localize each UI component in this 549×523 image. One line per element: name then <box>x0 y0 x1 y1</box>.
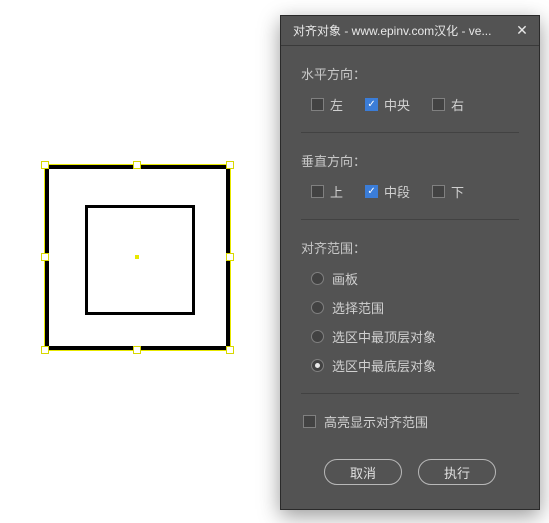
align-dialog: 对齐对象 - www.epinv.com汉化 - ve... ✕ 水平方向： 左… <box>280 15 540 510</box>
execute-button[interactable]: 执行 <box>418 459 496 485</box>
selection-handle[interactable] <box>41 346 49 354</box>
checkbox-icon <box>311 185 324 198</box>
radio-topmost[interactable]: 选区中最顶层对象 <box>311 327 519 346</box>
checkbox-highlight[interactable]: 高亮显示对齐范围 <box>303 412 519 431</box>
horizontal-label: 水平方向： <box>301 64 519 83</box>
selection-handle[interactable] <box>133 161 141 169</box>
selection-handle[interactable] <box>226 346 234 354</box>
checkbox-label: 右 <box>451 95 464 114</box>
checkbox-bottom[interactable]: 下 <box>432 182 464 201</box>
radio-selection[interactable]: 选择范围 <box>311 298 519 317</box>
checkbox-icon <box>432 185 445 198</box>
checkbox-icon <box>432 98 445 111</box>
radio-label: 选区中最底层对象 <box>332 356 436 375</box>
checkbox-label: 左 <box>330 95 343 114</box>
checkbox-label: 中央 <box>384 95 410 114</box>
selection-handle[interactable] <box>226 161 234 169</box>
checkbox-icon: ✓ <box>365 98 378 111</box>
radio-artboard[interactable]: 画板 <box>311 269 519 288</box>
close-icon[interactable]: ✕ <box>513 22 531 40</box>
checkbox-right[interactable]: 右 <box>432 95 464 114</box>
radio-icon <box>311 301 324 314</box>
checkbox-middle[interactable]: ✓ 中段 <box>365 182 410 201</box>
checkbox-label: 中段 <box>384 182 410 201</box>
checkbox-icon <box>311 98 324 111</box>
radio-label: 选择范围 <box>332 298 384 317</box>
radio-bottommost[interactable]: 选区中最底层对象 <box>311 356 519 375</box>
checkbox-icon: ✓ <box>365 185 378 198</box>
vertical-label: 垂直方向： <box>301 151 519 170</box>
radio-label: 选区中最顶层对象 <box>332 327 436 346</box>
checkbox-left[interactable]: 左 <box>311 95 343 114</box>
dialog-title: 对齐对象 - www.epinv.com汉化 - ve... <box>293 22 513 39</box>
radio-icon <box>311 330 324 343</box>
canvas-preview <box>25 145 250 370</box>
selection-handle[interactable] <box>41 253 49 261</box>
checkbox-label: 下 <box>451 182 464 201</box>
cancel-button[interactable]: 取消 <box>324 459 402 485</box>
radio-label: 画板 <box>332 269 358 288</box>
dialog-titlebar[interactable]: 对齐对象 - www.epinv.com汉化 - ve... ✕ <box>281 16 539 46</box>
radio-icon <box>311 359 324 372</box>
checkbox-label: 上 <box>330 182 343 201</box>
checkbox-icon <box>303 415 316 428</box>
checkbox-top[interactable]: 上 <box>311 182 343 201</box>
scope-label: 对齐范围： <box>301 238 519 257</box>
selection-handle[interactable] <box>41 161 49 169</box>
center-point <box>135 255 139 259</box>
checkbox-label: 高亮显示对齐范围 <box>324 412 428 431</box>
selection-handle[interactable] <box>133 346 141 354</box>
inner-rectangle[interactable] <box>85 205 195 315</box>
checkbox-center[interactable]: ✓ 中央 <box>365 95 410 114</box>
radio-icon <box>311 272 324 285</box>
selection-handle[interactable] <box>226 253 234 261</box>
